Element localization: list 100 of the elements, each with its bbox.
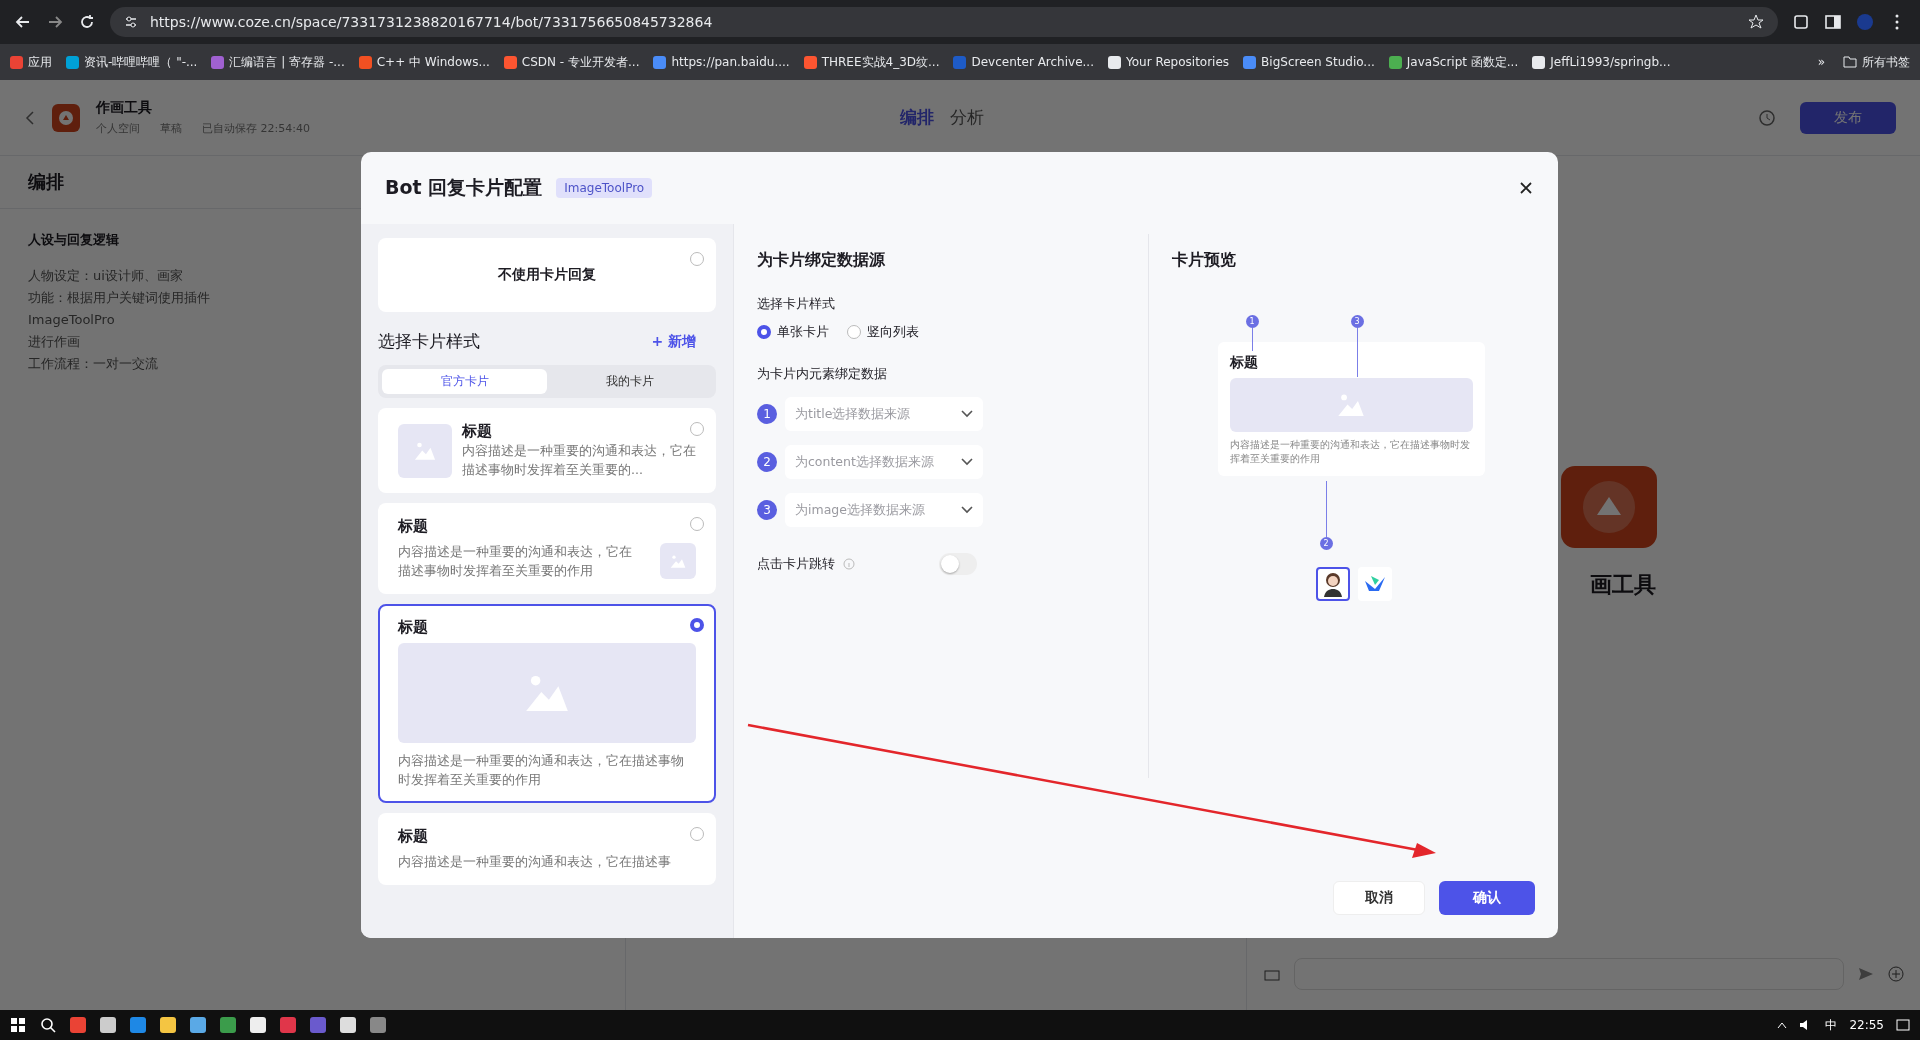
radio-button[interactable] bbox=[690, 517, 704, 531]
taskbar-app-icon[interactable] bbox=[250, 1017, 266, 1033]
step-number: 1 bbox=[757, 404, 777, 424]
taskbar-app-icon[interactable] bbox=[70, 1017, 86, 1033]
more-bookmarks-icon[interactable]: » bbox=[1817, 55, 1825, 69]
radio-button[interactable] bbox=[757, 325, 771, 339]
card-source-tab[interactable]: 我的卡片 bbox=[547, 369, 712, 394]
bookmark[interactable]: 汇编语言 | 寄存器 -... bbox=[211, 53, 345, 71]
field-label: 选择卡片样式 bbox=[757, 295, 836, 313]
leader-line bbox=[1356, 328, 1358, 377]
chevron-down-icon bbox=[961, 458, 973, 466]
confirm-button[interactable]: 确认 bbox=[1439, 881, 1535, 915]
site-settings-icon[interactable] bbox=[124, 15, 138, 29]
bookmark[interactable]: CSDN - 专业开发者... bbox=[503, 53, 640, 71]
chevron-down-icon bbox=[961, 410, 973, 418]
card-style-option[interactable]: 标题 内容描述是一种重要的沟通和表达，它在描述事物时发挥着至关重要的... bbox=[378, 408, 716, 493]
no-card-option[interactable]: 不使用卡片回复 bbox=[378, 238, 716, 312]
radio-button[interactable] bbox=[690, 422, 704, 436]
bookmark[interactable]: JeffLi1993/springb... bbox=[1532, 55, 1671, 69]
folder-icon bbox=[1843, 56, 1857, 68]
bookmark[interactable]: https://pan.baidu.... bbox=[653, 55, 790, 69]
bookmark[interactable]: 应用 bbox=[10, 53, 52, 71]
bot-name: 画工具 bbox=[1588, 571, 1656, 599]
autosave-label: 已自动保存 22:54:40 bbox=[202, 121, 310, 136]
leader-line bbox=[1325, 481, 1327, 537]
radio-button[interactable] bbox=[690, 618, 704, 632]
windows-start-icon[interactable] bbox=[10, 1017, 26, 1033]
field-label: 点击卡片跳转 bbox=[757, 555, 835, 573]
taskbar-clock[interactable]: 22:55 bbox=[1849, 1018, 1884, 1032]
taskbar-app-icon[interactable] bbox=[220, 1017, 236, 1033]
card-style-option[interactable]: 标题 内容描述是一种重要的沟通和表达，它在描述事物时发挥着至关重要的作用 bbox=[378, 604, 716, 803]
step-number: 3 bbox=[757, 500, 777, 520]
column-heading: 卡片预览 bbox=[1172, 250, 1237, 271]
taskbar-app-icon[interactable] bbox=[340, 1017, 356, 1033]
card-title: 标题 bbox=[1229, 354, 1259, 372]
add-icon[interactable] bbox=[1887, 966, 1904, 982]
card-style-option[interactable]: 标题 内容描述是一种重要的沟通和表达，它在描述事物时发挥着至关重要的作用 bbox=[378, 503, 716, 594]
radio-button[interactable] bbox=[847, 325, 861, 339]
taskbar-app-icon[interactable] bbox=[310, 1017, 326, 1033]
toggle-switch[interactable] bbox=[939, 553, 977, 575]
search-icon[interactable] bbox=[40, 1017, 56, 1033]
section-title: 人设与回复逻辑 bbox=[28, 231, 119, 249]
image-icon bbox=[414, 441, 436, 460]
card-style-option[interactable]: 标题 内容描述是一种重要的沟通和表达，它在描述事 bbox=[378, 813, 716, 885]
callout-number: 3 bbox=[1350, 315, 1364, 328]
bookmark[interactable]: Devcenter Archive... bbox=[953, 55, 1094, 69]
input-method-indicator[interactable]: 中 bbox=[1825, 1016, 1838, 1034]
reload-icon[interactable] bbox=[78, 13, 96, 31]
field-label: 为卡片内元素绑定数据 bbox=[757, 365, 888, 383]
card-title: 标题 bbox=[398, 618, 429, 637]
close-icon[interactable] bbox=[1518, 180, 1534, 196]
status-label: 草稿 bbox=[160, 121, 182, 136]
bot-logo bbox=[52, 103, 80, 132]
bookmark[interactable]: JavaScript 函数定... bbox=[1388, 53, 1519, 71]
side-panel-icon[interactable] bbox=[1824, 13, 1842, 31]
chevron-up-icon[interactable] bbox=[1777, 1021, 1788, 1029]
notification-icon[interactable] bbox=[1896, 1018, 1910, 1032]
bookmark[interactable]: C++ 中 Windows... bbox=[358, 53, 490, 71]
profile-avatar-icon[interactable] bbox=[1856, 13, 1874, 31]
extensions-icon[interactable] bbox=[1792, 13, 1810, 31]
prompt-line: 进行作画 bbox=[28, 333, 80, 351]
bookmark[interactable]: 资讯-哔哩哔哩（ "-... bbox=[66, 53, 198, 71]
image-icon bbox=[524, 675, 570, 711]
section-heading: 选择卡片样式 bbox=[378, 330, 480, 353]
taskbar-app-icon[interactable] bbox=[100, 1017, 116, 1033]
taskbar-app-icon[interactable] bbox=[130, 1017, 146, 1033]
send-icon[interactable] bbox=[1857, 966, 1874, 982]
card-description: 内容描述是一种重要的沟通和表达，它在描述事 bbox=[398, 853, 672, 871]
taskbar-app-icon[interactable] bbox=[280, 1017, 296, 1033]
bookmark[interactable]: BigScreen Studio... bbox=[1243, 55, 1375, 69]
leader-line bbox=[1251, 328, 1253, 351]
card-description: 内容描述是一种重要的沟通和表达，它在描述事物时发挥着至关重要的... bbox=[462, 442, 696, 479]
radio-button[interactable] bbox=[690, 252, 704, 266]
taskbar-app-icon[interactable] bbox=[370, 1017, 386, 1033]
card-title: 标题 bbox=[398, 517, 429, 536]
bookmark-folder[interactable]: 所有书签 bbox=[1843, 53, 1910, 71]
image-icon bbox=[670, 554, 686, 568]
card-description: 内容描述是一种重要的沟通和表达，它在描述事物时发挥着至关重要的作用 bbox=[1229, 438, 1471, 466]
address-bar[interactable]: https://www.coze.cn/space/7331731238820167714/bot/7331756650845732864 bbox=[110, 7, 1778, 37]
taskbar-app-icon[interactable] bbox=[160, 1017, 176, 1033]
bot-name: 作画工具 bbox=[96, 99, 153, 117]
radio-button[interactable] bbox=[690, 827, 704, 841]
add-button[interactable]: + 新增 bbox=[645, 331, 702, 352]
radio-label: 竖向列表 bbox=[867, 323, 919, 341]
cancel-button[interactable]: 取消 bbox=[1333, 881, 1425, 915]
info-icon[interactable] bbox=[843, 558, 855, 570]
card-title: 标题 bbox=[462, 422, 493, 441]
keyboard-icon[interactable] bbox=[1263, 967, 1280, 981]
prompt-line: ImageToolPro bbox=[28, 311, 115, 329]
card-source-tab[interactable]: 官方卡片 bbox=[382, 369, 547, 394]
card-title: 标题 bbox=[398, 827, 429, 846]
prompt-line: 功能：根据用户关键词使用插件 bbox=[28, 289, 210, 307]
bookmark[interactable]: THREE实战4_3D纹... bbox=[803, 53, 940, 71]
avatar-option[interactable] bbox=[1315, 567, 1350, 601]
image-icon bbox=[1337, 394, 1365, 416]
star-icon[interactable] bbox=[1748, 14, 1764, 30]
history-icon[interactable] bbox=[1758, 108, 1776, 127]
bookmark[interactable]: Your Repositories bbox=[1108, 55, 1230, 69]
callout-number: 1 bbox=[1245, 315, 1259, 328]
taskbar-app-icon[interactable] bbox=[190, 1017, 206, 1033]
